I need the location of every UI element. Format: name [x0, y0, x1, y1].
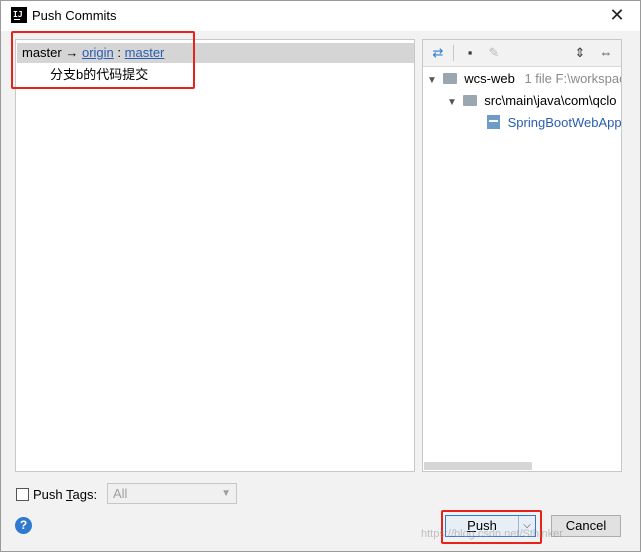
watermark: https://blog.csdn.net/Sthinker	[421, 528, 563, 540]
push-tags-label: Push Tags:	[33, 486, 98, 502]
help-button[interactable]: ?	[15, 517, 32, 534]
module-folder-icon	[442, 73, 457, 84]
horizontal-scrollbar[interactable]	[424, 462, 532, 470]
tags-select[interactable]: All ▼	[107, 483, 237, 504]
expand-all-icon: ⇕	[574, 45, 586, 60]
remote-branch-link[interactable]: master	[125, 45, 165, 60]
push-tags-option[interactable]: Push Tags:	[16, 484, 97, 504]
module-meta: 1 file F:\workspac	[524, 71, 622, 86]
collapse-all-icon: ⇔	[599, 45, 613, 60]
edit-source-button[interactable]: ✎	[485, 44, 503, 62]
tree-folder-row[interactable]: ▼ src\main\java\com\qclo	[447, 91, 616, 111]
intellij-app-icon: IJ	[11, 7, 27, 23]
remote-link[interactable]: origin	[82, 45, 114, 60]
local-branch: master	[22, 45, 62, 60]
title-bar: IJ Push Commits ✕	[1, 1, 640, 31]
pencil-icon: ✎	[488, 45, 500, 60]
branch-separator: :	[117, 45, 122, 60]
chevron-down-icon[interactable]: ▼	[447, 93, 459, 113]
push-tags-checkbox[interactable]	[16, 487, 29, 501]
expand-all-button[interactable]: ⇕	[571, 44, 589, 62]
toolbar-separator	[453, 45, 454, 61]
tags-select-value: All	[113, 486, 128, 501]
push-arrow-glyph: →	[65, 45, 79, 60]
folder-icon	[462, 95, 477, 106]
diff-icon: ⇄	[432, 45, 444, 60]
module-name: wcs-web	[464, 71, 515, 86]
changes-toolbar: ⇄ ▪ ✎ ⇕ ⇔	[423, 40, 621, 67]
chevron-down-icon[interactable]: ▼	[427, 71, 439, 91]
close-icon: ✕	[609, 5, 625, 25]
folder-path: src\main\java\com\qclo	[484, 93, 617, 108]
commit-item[interactable]: 分支b的代码提交	[50, 65, 148, 85]
file-name: SpringBootWebApp	[507, 115, 622, 130]
close-button[interactable]: ✕	[606, 5, 628, 27]
collapse-all-button[interactable]: ⇔	[597, 44, 615, 62]
changes-panel[interactable]: ⇄ ▪ ✎ ⇕ ⇔ ▼ wcs-web 1 file F:\workspac ▼	[422, 39, 622, 472]
commit-message: 分支b的代码提交	[50, 67, 149, 82]
dialog-title: Push Commits	[32, 8, 117, 23]
chevron-down-icon: ▼	[221, 488, 231, 499]
commits-panel[interactable]: master → origin : master 分支b的代码提交	[15, 39, 415, 472]
show-diff-button[interactable]: ⇄	[429, 44, 447, 62]
question-icon: ?	[19, 518, 28, 532]
branch-row[interactable]: master → origin : master	[17, 43, 414, 63]
group-by-button[interactable]: ▪	[461, 44, 479, 62]
group-by-icon: ▪	[467, 45, 473, 60]
tree-module-row[interactable]: ▼ wcs-web 1 file F:\workspac	[427, 69, 622, 91]
java-file-icon	[487, 115, 500, 129]
tree-file-row[interactable]: SpringBootWebApp	[487, 113, 622, 133]
push-commits-dialog: IJ Push Commits ✕ master → origin : mast…	[0, 0, 641, 552]
